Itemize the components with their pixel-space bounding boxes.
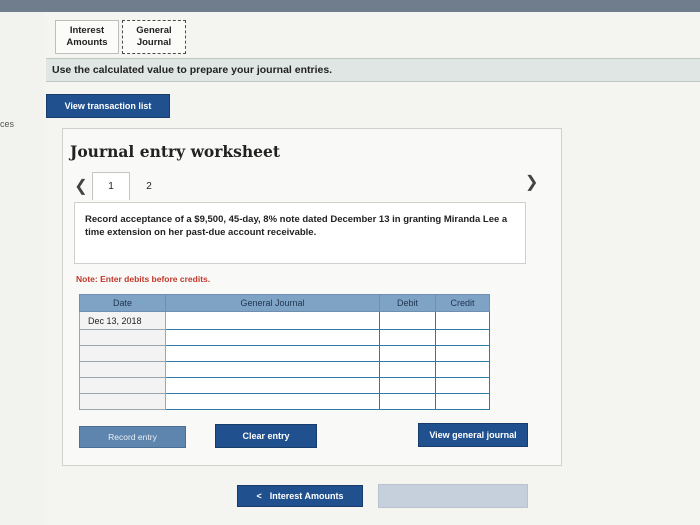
table-row xyxy=(79,361,490,378)
table-row: Dec 13, 2018 xyxy=(79,311,490,330)
record-entry-button[interactable]: Record entry xyxy=(79,426,186,448)
page-1-tab[interactable]: 1 xyxy=(92,172,130,200)
table-row xyxy=(79,377,490,394)
chevron-right-icon[interactable]: ❯ xyxy=(525,172,538,192)
debit-cell[interactable] xyxy=(379,361,436,378)
date-cell xyxy=(79,329,166,346)
table-row xyxy=(79,345,490,362)
chevron-left-icon[interactable]: ❮ xyxy=(70,176,92,196)
account-cell[interactable] xyxy=(165,393,380,410)
account-cell[interactable] xyxy=(165,345,380,362)
table-row xyxy=(79,393,490,410)
debit-cell[interactable] xyxy=(379,393,436,410)
table-row xyxy=(79,329,490,346)
tab-bar: Interest Amounts General Journal xyxy=(55,20,189,54)
credit-cell[interactable] xyxy=(435,329,490,346)
worksheet-title: Journal entry worksheet xyxy=(70,142,281,161)
account-cell[interactable] xyxy=(165,329,380,346)
view-general-journal-button[interactable]: View general journal xyxy=(418,423,528,447)
date-column-header: Date xyxy=(79,294,166,312)
page-2-tab[interactable]: 2 xyxy=(130,172,168,200)
tab-interest-amounts[interactable]: Interest Amounts xyxy=(55,20,119,54)
journal-table: Date General Journal Debit Credit Dec 13… xyxy=(79,294,490,410)
debit-cell[interactable] xyxy=(379,345,436,362)
left-sidebar: ces xyxy=(0,12,45,525)
sidebar-partial-text: ces xyxy=(0,119,15,129)
date-cell xyxy=(79,361,166,378)
debit-credit-note: Note: Enter debits before credits. xyxy=(76,274,211,284)
credit-cell[interactable] xyxy=(435,377,490,394)
credit-cell[interactable] xyxy=(435,345,490,362)
debit-cell[interactable] xyxy=(379,377,436,394)
credit-column-header: Credit xyxy=(435,294,490,312)
credit-cell[interactable] xyxy=(435,361,490,378)
tab-general-journal[interactable]: General Journal xyxy=(122,20,186,54)
next-button-disabled xyxy=(378,484,528,508)
account-cell[interactable] xyxy=(165,311,380,330)
question-text: Record acceptance of a $9,500, 45-day, 8… xyxy=(74,202,526,264)
table-header-row: Date General Journal Debit Credit xyxy=(79,294,490,312)
chevron-left-icon: < xyxy=(256,491,262,501)
clear-entry-button[interactable]: Clear entry xyxy=(215,424,317,448)
journal-column-header: General Journal xyxy=(165,294,380,312)
date-cell: Dec 13, 2018 xyxy=(79,311,166,330)
debit-cell[interactable] xyxy=(379,329,436,346)
top-bar xyxy=(0,0,700,12)
debit-column-header: Debit xyxy=(379,294,436,312)
date-cell xyxy=(79,377,166,394)
tab-general-journal-label: General Journal xyxy=(136,25,172,48)
instruction-banner: Use the calculated value to prepare your… xyxy=(46,58,700,82)
date-cell xyxy=(79,393,166,410)
view-transaction-list-button[interactable]: View transaction list xyxy=(46,94,170,118)
account-cell[interactable] xyxy=(165,377,380,394)
debit-cell[interactable] xyxy=(379,311,436,330)
worksheet-pager: ❮ 1 2 xyxy=(70,172,168,200)
tab-interest-amounts-label: Interest Amounts xyxy=(66,25,108,48)
prev-interest-amounts-button[interactable]: < Interest Amounts xyxy=(237,485,363,507)
date-cell xyxy=(79,345,166,362)
credit-cell[interactable] xyxy=(435,311,490,330)
credit-cell[interactable] xyxy=(435,393,490,410)
prev-button-label: Interest Amounts xyxy=(269,491,344,501)
account-cell[interactable] xyxy=(165,361,380,378)
